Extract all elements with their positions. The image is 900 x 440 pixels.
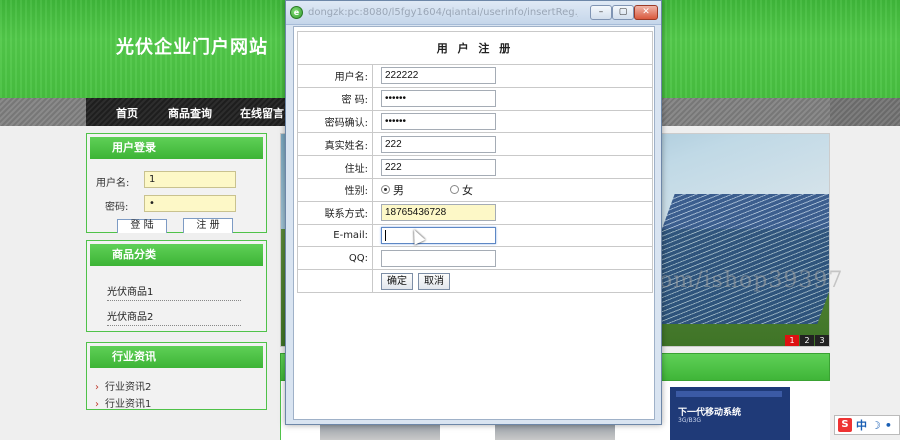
nav-guestbook[interactable]: 在线留言 [240,105,284,121]
window-titlebar[interactable]: e dongzk:pc:8080/l5fgy1604/qiantai/useri… [286,1,661,25]
news-panel: 行业资讯 › 行业资讯2 › 行业资讯1 [86,342,267,410]
moon-icon[interactable]: ☽ [871,419,881,432]
news-item-label: 行业资讯2 [105,382,152,393]
book-subtitle: 3G/B3G [678,417,702,424]
login-button[interactable]: 登 陆 [117,219,167,233]
register-popup-window: e dongzk:pc:8080/l5fgy1604/qiantai/useri… [285,0,662,425]
login-username-input[interactable]: 1 [144,171,236,188]
qq-input[interactable] [381,249,496,267]
gender-label: 性别: [297,177,373,202]
gender-radio-group: 男 女 [381,182,652,198]
main-nav: 首页 商品查询 在线留言 [86,98,286,126]
email-label: E-mail: [297,223,373,248]
qq-label: QQ: [297,246,373,271]
register-form: 用 户 注 册 用户名: 222222 密 码: •••••• 密码确认: ••… [297,31,653,293]
maximize-button[interactable]: ▢ [612,5,634,20]
buttons-label-cell [297,269,373,293]
nav-home[interactable]: 首页 [116,105,138,121]
slide-page-2[interactable]: 2 [800,335,814,346]
nav-band-right [830,98,900,126]
dot-icon[interactable]: • [885,419,892,432]
realname-label: 真实姓名: [297,132,373,157]
product-thumbnail[interactable] [320,425,440,440]
login-username-label: 用户名: [96,178,130,189]
category-panel: 商品分类 光伏商品1 光伏商品2 [86,240,267,332]
category-panel-title: 商品分类 [90,244,263,266]
cancel-button[interactable]: 取消 [418,272,450,290]
login-panel-title: 用户登录 [90,137,263,159]
password-confirm-input[interactable]: •••••• [381,112,496,130]
news-item[interactable]: › 行业资讯1 [95,395,151,410]
form-title: 用 户 注 册 [297,31,653,65]
slide-page-1[interactable]: 1 [785,335,799,346]
password-confirm-label: 密码确认: [297,109,373,134]
password-label: 密 码: [297,86,373,111]
username-label: 用户名: [297,64,373,88]
phone-input[interactable]: 18765436728 [381,204,496,222]
username-input[interactable]: 222222 [381,67,496,85]
address-label: 住址: [297,155,373,179]
news-item-label: 行业资讯1 [105,399,152,410]
minimize-button[interactable]: – [590,5,612,20]
category-item[interactable]: 光伏商品2 [107,308,241,326]
gender-female-radio[interactable] [450,185,459,195]
password-input[interactable]: •••••• [381,90,496,108]
news-panel-title: 行业资讯 [90,346,263,368]
slide-page-3[interactable]: 3 [815,335,829,346]
news-item[interactable]: › 行业资讯2 [95,378,151,393]
product-thumbnail-book[interactable]: 下一代移动系统 3G/B3G [670,387,790,440]
window-url: dongzk:pc:8080/l5fgy1604/qiantai/userinf… [308,7,578,18]
slide-pagination: 1 2 3 [784,335,829,346]
gender-male-label: 男 [393,183,404,197]
login-panel: 用户登录 用户名: 1 密码: • 登 陆 注 册 [86,133,267,233]
login-password-label: 密码: [105,202,129,213]
close-button[interactable]: ✕ [634,5,658,20]
gender-female-label: 女 [462,183,473,197]
nav-product-search[interactable]: 商品查询 [168,105,212,121]
login-password-input[interactable]: • [144,195,236,212]
address-input[interactable]: 222 [381,158,496,176]
arrow-right-icon: › [95,399,99,410]
register-button[interactable]: 注 册 [183,218,233,233]
window-content: 用 户 注 册 用户名: 222222 密 码: •••••• 密码确认: ••… [293,26,655,420]
ime-toolbar[interactable]: S 中 ☽ • [834,415,900,435]
browser-icon: e [290,6,303,19]
gender-male-radio[interactable] [381,185,390,195]
site-title: 光伏企业门户网站 [116,37,268,58]
email-input[interactable] [381,226,496,244]
phone-label: 联系方式: [297,200,373,225]
sogou-logo-icon: S [838,418,852,432]
submit-button[interactable]: 确定 [381,272,413,290]
arrow-right-icon: › [95,382,99,393]
realname-input[interactable]: 222 [381,135,496,153]
text-caret [385,229,386,241]
category-item[interactable]: 光伏商品1 [107,283,241,301]
ime-mode[interactable]: 中 [856,417,867,433]
product-thumbnail[interactable] [495,425,615,440]
book-cover-stripe [676,391,782,397]
